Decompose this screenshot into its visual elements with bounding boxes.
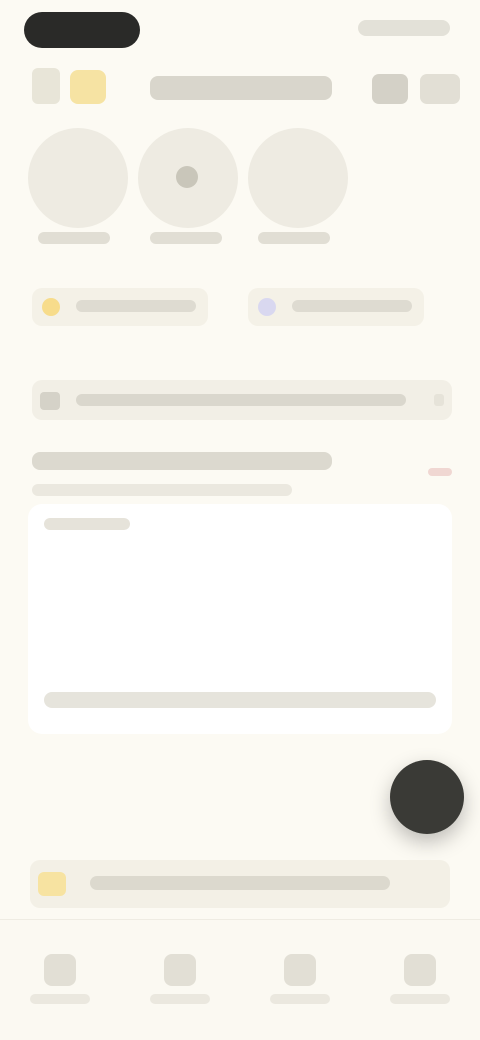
nav-item-profile[interactable] (380, 946, 460, 1016)
shield-icon (258, 298, 276, 316)
section-action[interactable] (428, 468, 452, 476)
gear-icon (40, 392, 60, 410)
section-heading (32, 452, 332, 470)
status-indicators (358, 20, 450, 36)
share-icon[interactable] (420, 74, 460, 104)
profile-icon (404, 954, 436, 986)
card-body-text (44, 692, 436, 708)
status-pill (24, 12, 140, 48)
settings-row[interactable] (32, 380, 452, 420)
card-meta (44, 518, 130, 530)
category-label-2 (150, 232, 222, 244)
favorites-icon (164, 954, 196, 986)
nav-item-favorites[interactable] (140, 946, 220, 1016)
hamburger-icon[interactable] (32, 68, 60, 104)
page-title (150, 76, 332, 100)
category-tile-1[interactable] (28, 128, 128, 228)
lightbulb-icon (38, 872, 66, 896)
fab-button[interactable] (390, 760, 464, 834)
app-header (0, 56, 480, 120)
content-card[interactable] (28, 504, 452, 734)
category-tile-3[interactable] (248, 128, 348, 228)
sun-icon (42, 298, 60, 316)
bottom-navigation (0, 919, 480, 1040)
filter-pill-2[interactable] (248, 288, 424, 326)
info-banner[interactable] (30, 860, 450, 908)
category-tile-2[interactable] (138, 128, 238, 228)
section-subheading (32, 484, 292, 496)
filter-pill-1-label (76, 300, 196, 312)
nav-item-favorites-label (150, 994, 210, 1004)
filter-pill-2-label (292, 300, 412, 312)
nav-item-profile-label (390, 994, 450, 1004)
nav-item-home[interactable] (20, 946, 100, 1016)
info-banner-text (90, 876, 390, 890)
nav-item-notifications-label (270, 994, 330, 1004)
nav-item-notifications[interactable] (260, 946, 340, 1016)
home-icon (44, 954, 76, 986)
category-label-1 (38, 232, 110, 244)
nav-item-home-label (30, 994, 90, 1004)
category-tile-2-dot-icon (176, 166, 198, 188)
settings-row-label (76, 394, 406, 406)
category-label-3 (258, 232, 330, 244)
bell-icon (284, 954, 316, 986)
filter-pill-1[interactable] (32, 288, 208, 326)
chevron-right-icon (434, 394, 444, 406)
star-icon (70, 70, 106, 104)
search-icon[interactable] (372, 74, 408, 104)
